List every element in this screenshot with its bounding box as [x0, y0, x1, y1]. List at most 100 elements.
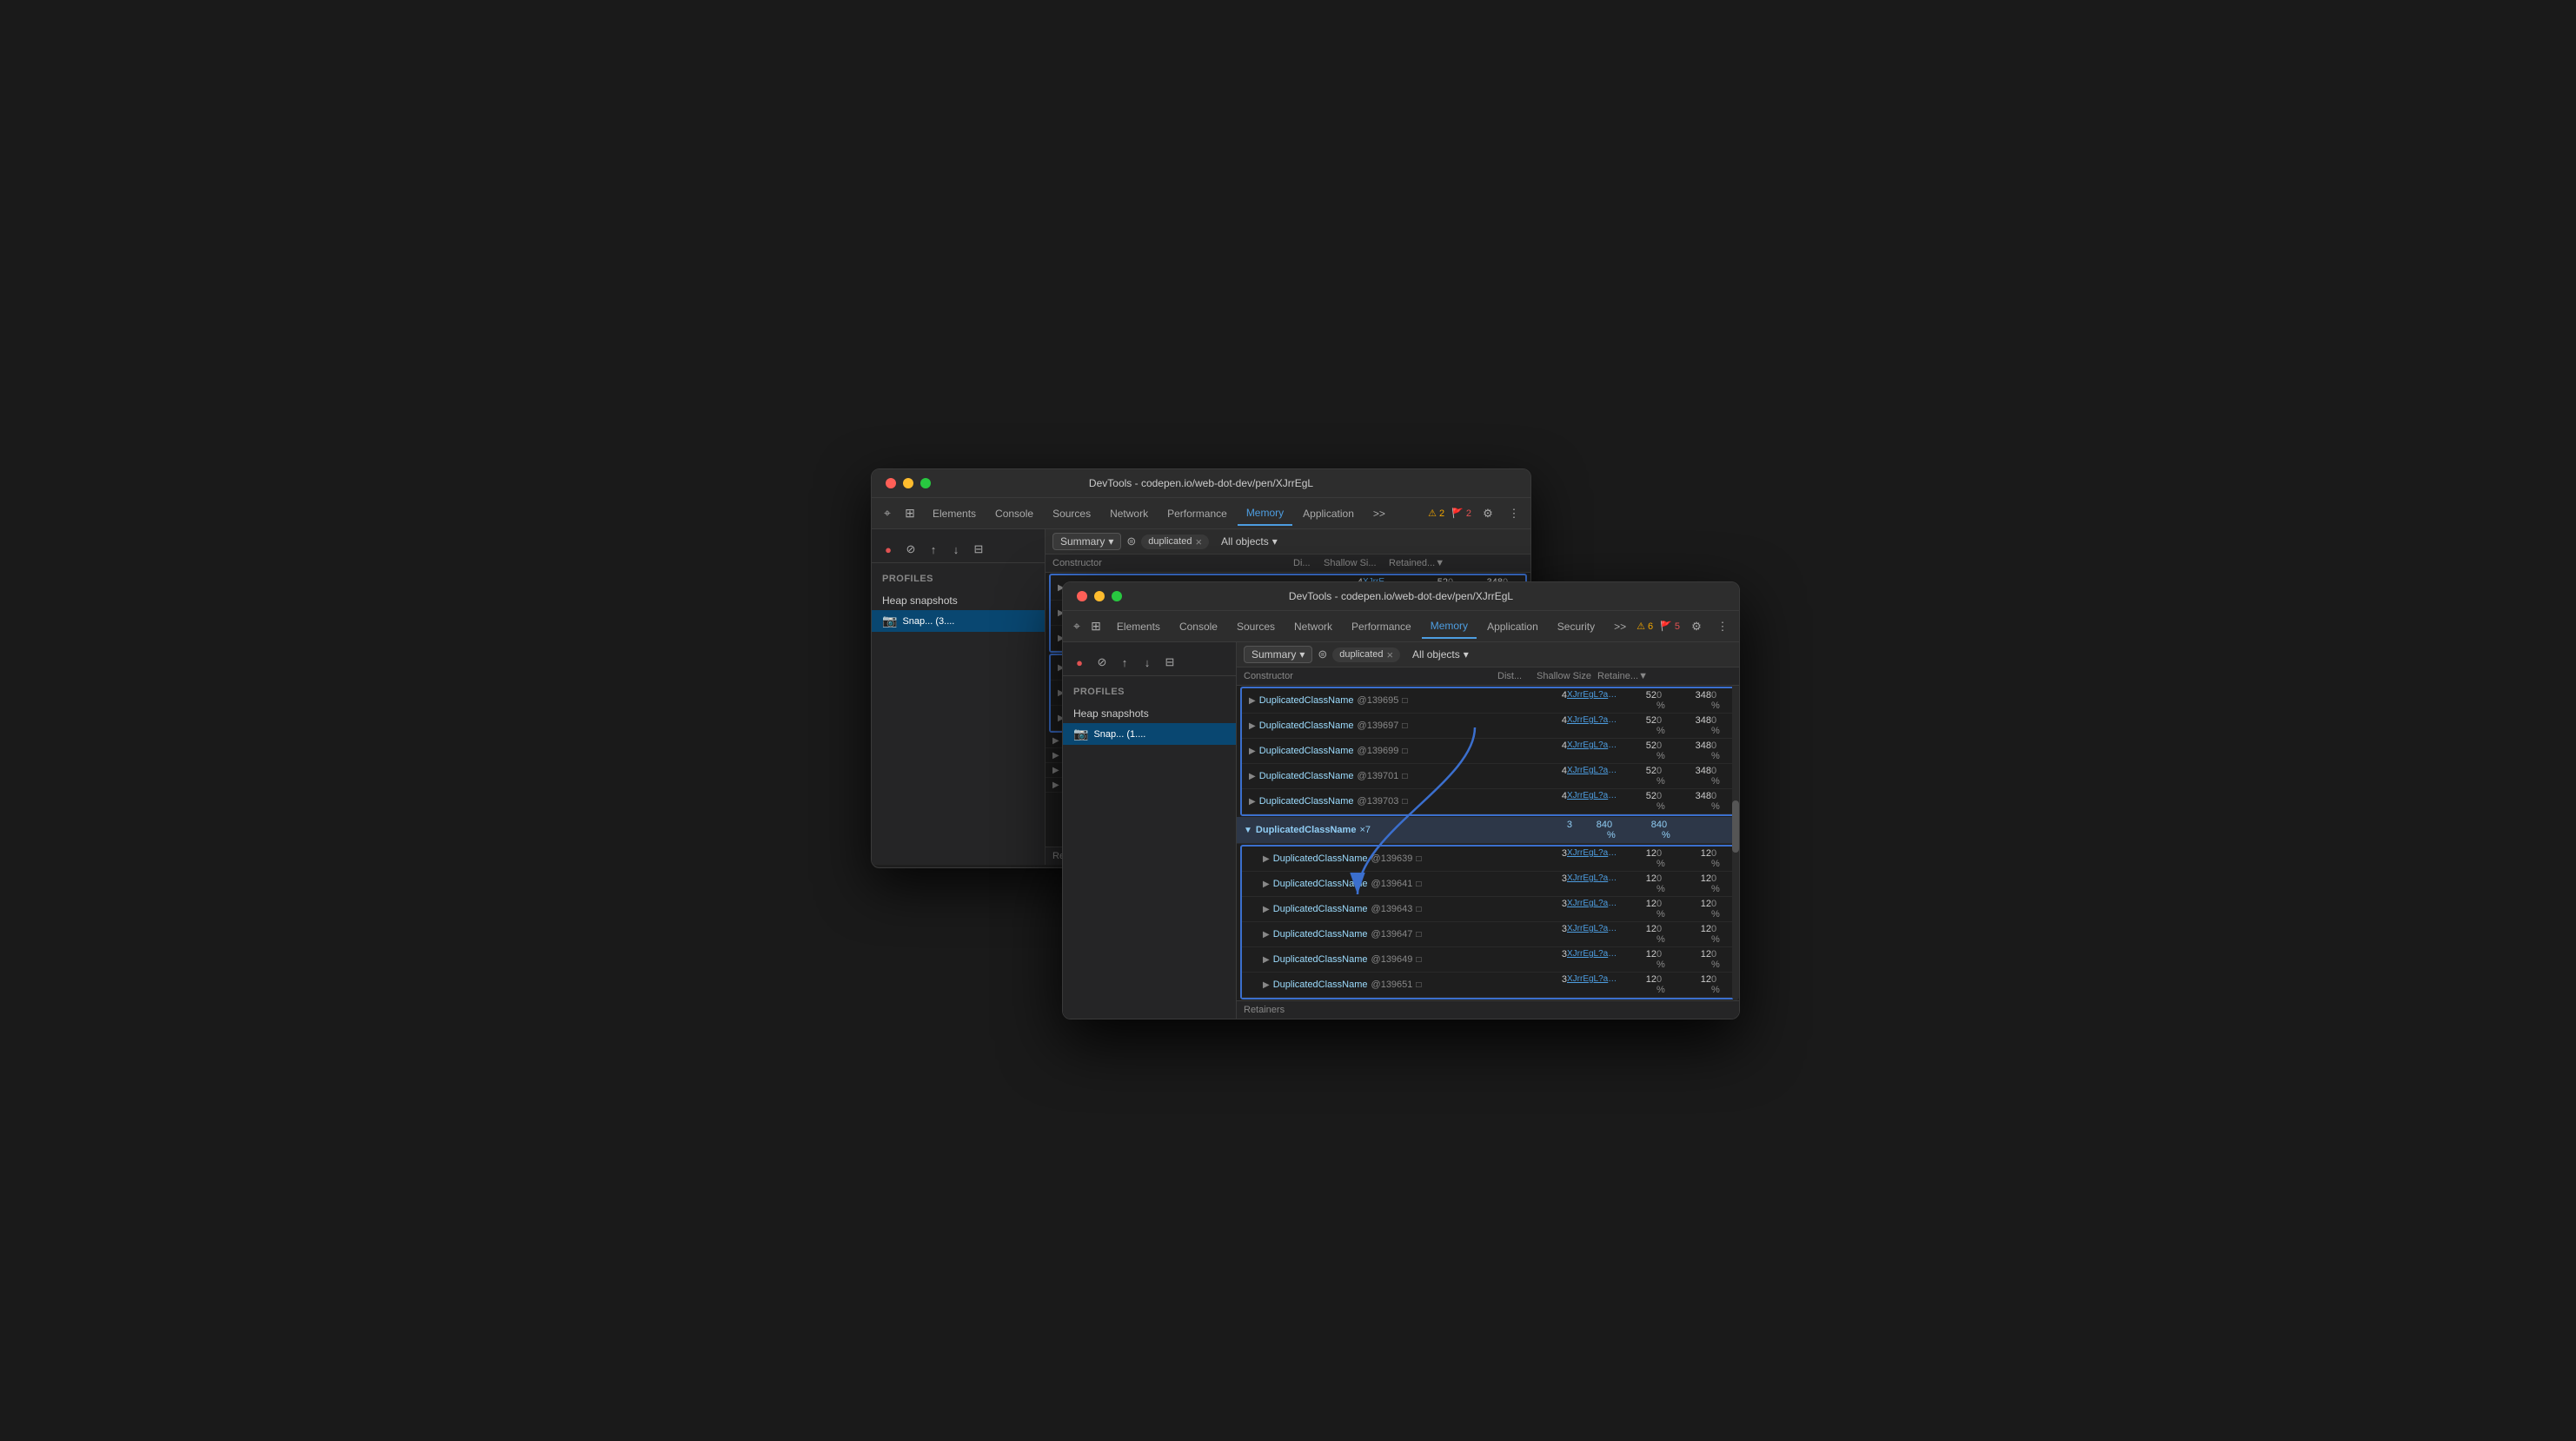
tab-sources-2[interactable]: Sources [1228, 615, 1284, 638]
table-header-1: Constructor Di... Shallow Si... Retained… [1046, 554, 1530, 573]
summary-dropdown-1[interactable]: Summary ▾ [1052, 533, 1121, 550]
upload-icon-2[interactable]: ↑ [1115, 653, 1134, 672]
layers-icon-2[interactable]: ⊞ [1089, 618, 1103, 635]
window-title-1: DevTools - codepen.io/web-dot-dev/pen/XJ… [1089, 477, 1313, 489]
all-objects-2[interactable]: All objects ▾ [1405, 647, 1476, 662]
grid-icon-1[interactable]: ⊟ [969, 540, 988, 559]
table-row[interactable]: ▶ DuplicatedClassName @139695 □ 4 XJrrEg… [1242, 688, 1734, 714]
tab-bar-2: ⌖ ⊞ Elements Console Sources Network Per… [1063, 611, 1739, 642]
titlebar-2: DevTools - codepen.io/web-dot-dev/pen/XJ… [1063, 582, 1739, 611]
data-table-2[interactable]: Constructor Dist... Shallow Size Retaine… [1237, 667, 1739, 1000]
group-row[interactable]: ▼ DuplicatedClassName ×7 3 84 0 % 84 0 % [1237, 817, 1739, 844]
warning-badge-2: ⚠ 6 [1637, 621, 1653, 632]
record-icon-1[interactable]: ● [879, 540, 898, 559]
snapshot-icon-2: 📷 [1073, 727, 1088, 741]
sidebar-2: ● ⊘ ↑ ↓ ⊟ Profiles Heap snapshots 📷 Snap… [1063, 642, 1237, 1019]
table-row[interactable]: ▶ DuplicatedClassName @139641 □ 3 XJrrEg… [1242, 872, 1734, 897]
tab-elements-1[interactable]: Elements [924, 502, 985, 525]
filter-chip-2[interactable]: duplicated × [1332, 647, 1400, 662]
snapshot-label-2: Snap... (1.... [1093, 729, 1145, 740]
snapshot-icon-1: 📷 [882, 614, 897, 628]
scrollbar-track[interactable] [1732, 667, 1739, 1000]
titlebar-1: DevTools - codepen.io/web-dot-dev/pen/XJ… [872, 469, 1530, 498]
main-toolbar-2: Summary ▾ ⊜ duplicated × All objects ▾ [1237, 642, 1739, 667]
cursor-icon-2[interactable]: ⌖ [1070, 618, 1084, 635]
stop-icon-2[interactable]: ⊘ [1092, 653, 1112, 672]
tab-application-1[interactable]: Application [1294, 502, 1363, 525]
tab-security-2[interactable]: Security [1549, 615, 1603, 638]
filter-icon-1: ⊜ [1126, 535, 1136, 548]
tab-performance-1[interactable]: Performance [1159, 502, 1236, 525]
table-row[interactable]: ▶ DuplicatedClassName @139643 □ 3 XJrrEg… [1242, 897, 1734, 922]
tab-network-2[interactable]: Network [1285, 615, 1341, 638]
grid-icon-2[interactable]: ⊟ [1160, 653, 1179, 672]
snapshot-label-1: Snap... (3.... [902, 616, 954, 627]
tab-actions-1: ⚠ 2 🚩 2 ⚙ ⋮ [1428, 504, 1524, 523]
tab-network-1[interactable]: Network [1101, 502, 1157, 525]
heap-snapshots-title-2: Heap snapshots [1063, 704, 1236, 723]
table-row[interactable]: ▶ DuplicatedClassName @139701 □ 4 XJrrEg… [1242, 764, 1734, 789]
close-button-2[interactable] [1077, 591, 1087, 601]
error-badge-1: 🚩 2 [1451, 508, 1471, 519]
devtools-body-2: ● ⊘ ↑ ↓ ⊟ Profiles Heap snapshots 📷 Snap… [1063, 642, 1739, 1019]
table-row[interactable]: ▶ DuplicatedClassName @139651 □ 3 XJrrEg… [1242, 973, 1734, 998]
table-row[interactable]: ▶ DuplicatedClassName @139647 □ 3 XJrrEg… [1242, 922, 1734, 947]
tab-elements-2[interactable]: Elements [1108, 615, 1169, 638]
main-toolbar-1: Summary ▾ ⊜ duplicated × All objects ▾ [1046, 529, 1530, 554]
tab-sources-1[interactable]: Sources [1044, 502, 1099, 525]
tab-actions-2: ⚠ 6 🚩 5 ⚙ ⋮ [1637, 617, 1732, 636]
layers-icon[interactable]: ⊞ [901, 505, 919, 522]
table-row[interactable]: ▶ DuplicatedClassName @139699 □ 4 XJrrEg… [1242, 739, 1734, 764]
retainers-bar-2: Retainers [1237, 1000, 1739, 1019]
table-row[interactable]: ▶ DuplicatedClassName @139639 □ 3 XJrrEg… [1242, 847, 1734, 872]
upload-icon-1[interactable]: ↑ [924, 540, 943, 559]
table-row[interactable]: ▶ DuplicatedClassName @139697 □ 4 XJrrEg… [1242, 714, 1734, 739]
cursor-icon[interactable]: ⌖ [879, 505, 896, 522]
window-title-2: DevTools - codepen.io/web-dot-dev/pen/XJ… [1289, 590, 1513, 602]
main-content-2: Summary ▾ ⊜ duplicated × All objects ▾ [1237, 642, 1739, 1019]
summary-dropdown-2[interactable]: Summary ▾ [1244, 646, 1312, 663]
filter-remove-1[interactable]: × [1195, 536, 1202, 548]
filter-chip-1[interactable]: duplicated × [1141, 535, 1209, 549]
scrollbar-thumb[interactable] [1732, 800, 1739, 853]
snapshot-item-2[interactable]: 📷 Snap... (1.... [1063, 723, 1236, 745]
tab-memory-1[interactable]: Memory [1238, 501, 1292, 526]
sidebar-toolbar-2: ● ⊘ ↑ ↓ ⊟ [1063, 649, 1236, 676]
record-icon-2[interactable]: ● [1070, 653, 1089, 672]
tab-more-2[interactable]: >> [1605, 615, 1635, 638]
tab-application-2[interactable]: Application [1478, 615, 1547, 638]
settings-icon-2[interactable]: ⚙ [1687, 617, 1706, 636]
minimize-button-2[interactable] [1094, 591, 1105, 601]
tab-performance-2[interactable]: Performance [1343, 615, 1420, 638]
profiles-title-1: Profiles [872, 570, 1045, 588]
warning-badge-1: ⚠ 2 [1428, 508, 1444, 519]
close-button-1[interactable] [886, 478, 896, 488]
tab-console-1[interactable]: Console [986, 502, 1042, 525]
tab-memory-2[interactable]: Memory [1422, 614, 1477, 639]
table-row[interactable]: ▶ DuplicatedClassName @139703 □ 4 XJrrEg… [1242, 789, 1734, 814]
filter-icon-2: ⊜ [1318, 647, 1327, 661]
outline-top-2: ▶ DuplicatedClassName @139695 □ 4 XJrrEg… [1240, 687, 1736, 816]
profiles-title-2: Profiles [1063, 683, 1236, 701]
filter-area-1: ⊜ duplicated × All objects ▾ [1126, 534, 1524, 549]
all-objects-1[interactable]: All objects ▾ [1214, 534, 1285, 549]
heap-snapshots-title-1: Heap snapshots [872, 591, 1045, 610]
more-icon-2[interactable]: ⋮ [1713, 617, 1732, 636]
snapshot-item-1[interactable]: 📷 Snap... (3.... [872, 610, 1045, 632]
download-icon-1[interactable]: ↓ [946, 540, 966, 559]
stop-icon-1[interactable]: ⊘ [901, 540, 920, 559]
outline-bottom-2: ▶ DuplicatedClassName @139639 □ 3 XJrrEg… [1240, 845, 1736, 999]
settings-icon-1[interactable]: ⚙ [1478, 504, 1497, 523]
more-icon-1[interactable]: ⋮ [1504, 504, 1524, 523]
maximize-button-2[interactable] [1112, 591, 1122, 601]
minimize-button-1[interactable] [903, 478, 913, 488]
table-header-2: Constructor Dist... Shallow Size Retaine… [1237, 667, 1739, 686]
tab-bar-1: ⌖ ⊞ Elements Console Sources Network Per… [872, 498, 1530, 529]
tab-more-1[interactable]: >> [1364, 502, 1394, 525]
sidebar-toolbar-1: ● ⊘ ↑ ↓ ⊟ [872, 536, 1045, 563]
table-row[interactable]: ▶ DuplicatedClassName @139649 □ 3 XJrrEg… [1242, 947, 1734, 973]
filter-remove-2[interactable]: × [1386, 649, 1393, 661]
maximize-button-1[interactable] [920, 478, 931, 488]
download-icon-2[interactable]: ↓ [1138, 653, 1157, 672]
tab-console-2[interactable]: Console [1171, 615, 1226, 638]
